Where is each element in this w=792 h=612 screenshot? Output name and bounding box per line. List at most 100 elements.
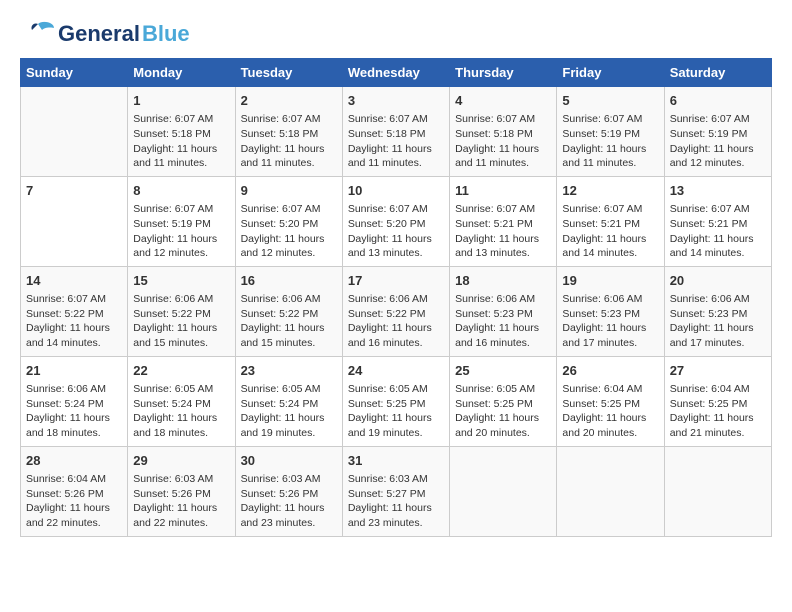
page-header: General Blue: [20, 20, 772, 48]
week-row-4: 21 Sunrise: 6:06 AMSunset: 5:24 PMDayligh…: [21, 356, 772, 446]
day-info: Sunrise: 6:05 AMSunset: 5:24 PMDaylight:…: [133, 382, 229, 441]
day-number: 2: [241, 92, 337, 110]
day-number: 27: [670, 362, 766, 380]
week-row-1: 1 Sunrise: 6:07 AMSunset: 5:18 PMDaylight…: [21, 87, 772, 177]
day-number: 8: [133, 182, 229, 200]
calendar-cell: 6Sunrise: 6:07 AMSunset: 5:19 PMDaylight…: [664, 87, 771, 177]
day-info: Sunrise: 6:07 AMSunset: 5:19 PMDaylight:…: [562, 112, 658, 171]
week-row-3: 14 Sunrise: 6:07 AMSunset: 5:22 PMDayligh…: [21, 266, 772, 356]
day-info: Sunrise: 6:04 AMSunset: 5:25 PMDaylight:…: [670, 382, 766, 441]
day-number: 18: [455, 272, 551, 290]
day-number: 4: [455, 92, 551, 110]
day-number: 9: [241, 182, 337, 200]
day-number: 26: [562, 362, 658, 380]
day-number: 13: [670, 182, 766, 200]
day-number: 1: [133, 92, 229, 110]
calendar-cell: 12Sunrise: 6:07 AMSunset: 5:21 PMDayligh…: [557, 176, 664, 266]
calendar-cell: 24 Sunrise: 6:05 AMSunset: 5:25 PMDayligh…: [342, 356, 449, 446]
day-info: Sunrise: 6:03 AMSunset: 5:27 PMDaylight:…: [348, 472, 444, 531]
calendar-cell: 9 Sunrise: 6:07 AMSunset: 5:20 PMDaylight…: [235, 176, 342, 266]
day-info: Sunrise: 6:04 AMSunset: 5:26 PMDaylight:…: [26, 472, 122, 531]
day-number: 30: [241, 452, 337, 470]
day-info: Sunrise: 6:07 AMSunset: 5:18 PMDaylight:…: [133, 112, 229, 171]
day-info: Sunrise: 6:07 AMSunset: 5:19 PMDaylight:…: [133, 202, 229, 261]
calendar-cell: 18 Sunrise: 6:06 AMSunset: 5:23 PMDayligh…: [450, 266, 557, 356]
calendar-cell: 29Sunrise: 6:03 AMSunset: 5:26 PMDayligh…: [128, 446, 235, 536]
calendar-cell: 21 Sunrise: 6:06 AMSunset: 5:24 PMDayligh…: [21, 356, 128, 446]
calendar-cell: 31 Sunrise: 6:03 AMSunset: 5:27 PMDayligh…: [342, 446, 449, 536]
weekday-header-thursday: Thursday: [450, 59, 557, 87]
calendar-cell: 1 Sunrise: 6:07 AMSunset: 5:18 PMDaylight…: [128, 87, 235, 177]
day-info: Sunrise: 6:06 AMSunset: 5:24 PMDaylight:…: [26, 382, 122, 441]
calendar-cell: 13 Sunrise: 6:07 AMSunset: 5:21 PMDayligh…: [664, 176, 771, 266]
calendar-cell: 26 Sunrise: 6:04 AMSunset: 5:25 PMDayligh…: [557, 356, 664, 446]
calendar-cell: 5 Sunrise: 6:07 AMSunset: 5:19 PMDaylight…: [557, 87, 664, 177]
calendar-cell: 20 Sunrise: 6:06 AMSunset: 5:23 PMDayligh…: [664, 266, 771, 356]
day-info: Sunrise: 6:03 AMSunset: 5:26 PMDaylight:…: [241, 472, 337, 531]
calendar-cell: [21, 87, 128, 177]
week-row-5: 28 Sunrise: 6:04 AMSunset: 5:26 PMDayligh…: [21, 446, 772, 536]
calendar-cell: 16Sunrise: 6:06 AMSunset: 5:22 PMDayligh…: [235, 266, 342, 356]
day-number: 20: [670, 272, 766, 290]
day-info: Sunrise: 6:07 AMSunset: 5:18 PMDaylight:…: [348, 112, 444, 171]
day-info: Sunrise: 6:04 AMSunset: 5:25 PMDaylight:…: [562, 382, 658, 441]
calendar-cell: 19Sunrise: 6:06 AMSunset: 5:23 PMDayligh…: [557, 266, 664, 356]
day-number: 31: [348, 452, 444, 470]
day-number: 17: [348, 272, 444, 290]
day-number: 14: [26, 272, 122, 290]
calendar-cell: [664, 446, 771, 536]
day-info: Sunrise: 6:05 AMSunset: 5:24 PMDaylight:…: [241, 382, 337, 441]
weekday-header-sunday: Sunday: [21, 59, 128, 87]
day-info: Sunrise: 6:06 AMSunset: 5:22 PMDaylight:…: [348, 292, 444, 351]
calendar-cell: 3 Sunrise: 6:07 AMSunset: 5:18 PMDaylight…: [342, 87, 449, 177]
day-number: 7: [26, 182, 122, 200]
calendar-cell: 8 Sunrise: 6:07 AMSunset: 5:19 PMDaylight…: [128, 176, 235, 266]
calendar-cell: 28 Sunrise: 6:04 AMSunset: 5:26 PMDayligh…: [21, 446, 128, 536]
calendar-cell: 14 Sunrise: 6:07 AMSunset: 5:22 PMDayligh…: [21, 266, 128, 356]
day-info: Sunrise: 6:07 AMSunset: 5:22 PMDaylight:…: [26, 292, 122, 351]
day-number: 15: [133, 272, 229, 290]
calendar-cell: 25 Sunrise: 6:05 AMSunset: 5:25 PMDayligh…: [450, 356, 557, 446]
day-info: Sunrise: 6:07 AMSunset: 5:18 PMDaylight:…: [241, 112, 337, 171]
day-number: 21: [26, 362, 122, 380]
day-number: 28: [26, 452, 122, 470]
day-number: 3: [348, 92, 444, 110]
day-number: 19: [562, 272, 658, 290]
weekday-header-tuesday: Tuesday: [235, 59, 342, 87]
logo-bird-icon: [20, 20, 56, 48]
calendar-cell: 22 Sunrise: 6:05 AMSunset: 5:24 PMDayligh…: [128, 356, 235, 446]
day-number: 22: [133, 362, 229, 380]
day-info: Sunrise: 6:06 AMSunset: 5:22 PMDaylight:…: [241, 292, 337, 351]
weekday-header-monday: Monday: [128, 59, 235, 87]
day-info: Sunrise: 6:06 AMSunset: 5:23 PMDaylight:…: [670, 292, 766, 351]
day-number: 6: [670, 92, 766, 110]
day-number: 5: [562, 92, 658, 110]
day-info: Sunrise: 6:05 AMSunset: 5:25 PMDaylight:…: [348, 382, 444, 441]
day-info: Sunrise: 6:07 AMSunset: 5:21 PMDaylight:…: [670, 202, 766, 261]
day-info: Sunrise: 6:07 AMSunset: 5:21 PMDaylight:…: [562, 202, 658, 261]
day-number: 25: [455, 362, 551, 380]
weekday-header-saturday: Saturday: [664, 59, 771, 87]
calendar-cell: 11 Sunrise: 6:07 AMSunset: 5:21 PMDayligh…: [450, 176, 557, 266]
day-info: Sunrise: 6:07 AMSunset: 5:20 PMDaylight:…: [241, 202, 337, 261]
day-info: Sunrise: 6:05 AMSunset: 5:25 PMDaylight:…: [455, 382, 551, 441]
weekday-header-friday: Friday: [557, 59, 664, 87]
calendar-cell: [450, 446, 557, 536]
weekday-header-wednesday: Wednesday: [342, 59, 449, 87]
day-info: Sunrise: 6:06 AMSunset: 5:22 PMDaylight:…: [133, 292, 229, 351]
weekday-header-row: SundayMondayTuesdayWednesdayThursdayFrid…: [21, 59, 772, 87]
calendar-cell: 10 Sunrise: 6:07 AMSunset: 5:20 PMDayligh…: [342, 176, 449, 266]
day-number: 29: [133, 452, 229, 470]
calendar-cell: 23 Sunrise: 6:05 AMSunset: 5:24 PMDayligh…: [235, 356, 342, 446]
day-info: Sunrise: 6:06 AMSunset: 5:23 PMDaylight:…: [455, 292, 551, 351]
day-info: Sunrise: 6:07 AMSunset: 5:21 PMDaylight:…: [455, 202, 551, 261]
day-info: Sunrise: 6:07 AMSunset: 5:20 PMDaylight:…: [348, 202, 444, 261]
calendar-cell: 27 Sunrise: 6:04 AMSunset: 5:25 PMDayligh…: [664, 356, 771, 446]
day-number: 11: [455, 182, 551, 200]
calendar-cell: [557, 446, 664, 536]
calendar-cell: 15 Sunrise: 6:06 AMSunset: 5:22 PMDayligh…: [128, 266, 235, 356]
calendar-cell: 2 Sunrise: 6:07 AMSunset: 5:18 PMDaylight…: [235, 87, 342, 177]
day-number: 24: [348, 362, 444, 380]
day-number: 23: [241, 362, 337, 380]
day-number: 10: [348, 182, 444, 200]
